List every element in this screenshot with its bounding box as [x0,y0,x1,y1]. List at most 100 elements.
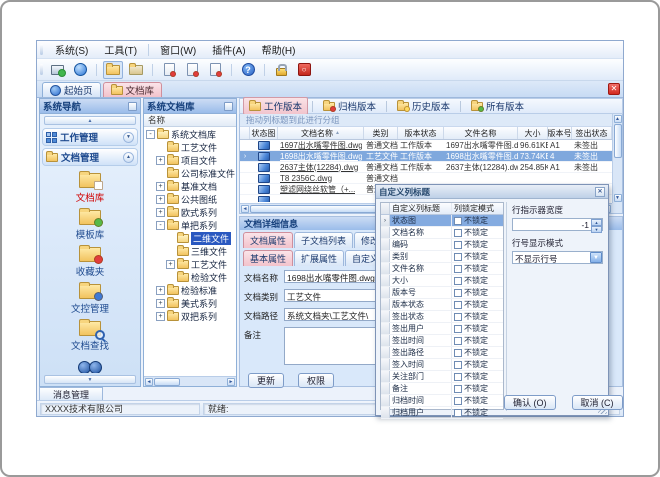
column-header-file-name[interactable]: 文件名称 [444,127,518,139]
column-header-checkout[interactable]: 签出状态 [572,127,612,139]
row-indicator-width-spinner[interactable]: -1 ▲▼ [512,218,603,231]
expand-icon[interactable]: + [156,156,165,165]
sidebar-group-document-management[interactable]: 文档管理 ▲ [43,149,137,165]
tree-node-label[interactable]: 检验标准 [181,284,217,297]
version-tab-归档版本[interactable]: 归档版本 [317,97,382,115]
version-tab-工作版本[interactable]: 工作版本 [243,97,308,115]
tree-node[interactable]: +工艺文件 [144,258,236,271]
tree-node-label[interactable]: 工艺文件 [191,258,227,271]
tree-node-label[interactable]: 基准文档 [181,180,217,193]
lock-checkbox[interactable] [454,265,462,273]
tab-subdocument-list[interactable]: 子文档列表 [294,232,353,248]
lock-checkbox[interactable] [454,397,462,405]
tree-node[interactable]: +欧式系列 [144,206,236,219]
tree-node[interactable]: -单把系列 [144,219,236,232]
lock-checkbox[interactable] [454,229,462,237]
version-tab-历史版本[interactable]: 历史版本 [391,97,456,115]
column-setting-row[interactable]: 签入时间不锁定 [381,359,503,371]
lock-checkbox[interactable] [454,337,462,345]
chevron-down-icon[interactable]: ▼ [590,252,602,263]
table-row[interactable]: T8 2356C.dwg普通文档 [240,173,612,184]
open-folder-button[interactable] [103,61,123,79]
lock-checkbox[interactable] [454,217,462,225]
tree-node-label[interactable]: 美式系列 [181,297,217,310]
column-header-doc-name[interactable]: 文档名称▲ [278,127,364,139]
scroll-down-icon[interactable]: ▼ [614,194,622,202]
column-header-category[interactable]: 类别 [364,127,398,139]
column-header-status[interactable]: 状态图 [250,127,278,139]
tree-node-label[interactable]: 双把系列 [181,310,217,323]
sidebar-item-文件夹查找[interactable]: 文件夹查找 [66,355,114,373]
lock-mode-header[interactable]: 列锁定模式 [452,203,503,214]
dialog-titlebar[interactable]: 自定义列标题 ✕ [376,185,608,199]
lock-checkbox[interactable] [454,289,462,297]
spin-down-icon[interactable]: ▼ [591,226,602,233]
scroll-left-icon[interactable]: ◄ [241,205,249,213]
tree-node[interactable]: 二维文件 [144,232,236,245]
expand-icon[interactable]: + [156,299,165,308]
pin-icon[interactable] [224,102,233,111]
lock-checkbox[interactable] [454,325,462,333]
version-tab-所有版本[interactable]: 所有版本 [465,97,530,115]
message-management-tab[interactable]: 消息管理 [39,387,103,401]
tree-node-label[interactable]: 公司标准文件 [181,167,235,180]
lock-checkbox[interactable] [454,361,462,369]
confirm-button[interactable]: 确认 (O) [504,395,556,410]
update-button[interactable]: 更新 [248,373,284,388]
menu-tools[interactable]: 工具(T) [96,40,145,59]
lock-checkbox[interactable] [454,385,462,393]
help-button[interactable]: ? [238,61,258,79]
tree-horizontal-scrollbar[interactable]: ◄ ► [144,376,236,386]
column-setting-row[interactable]: 签出用户不锁定 [381,323,503,335]
tree-node[interactable]: + 基准文档 [144,180,236,193]
chevron-up-icon[interactable]: ▲ [123,152,134,163]
column-setting-row[interactable]: 签出时间不锁定 [381,335,503,347]
column-setting-row[interactable]: 版本状态不锁定 [381,299,503,311]
column-setting-row[interactable]: 备注不锁定 [381,383,503,395]
tree-node-label[interactable]: 工艺文件 [181,141,217,154]
doc-new-button[interactable] [159,61,179,79]
cancel-button[interactable]: 取消 (C) [572,395,623,410]
tree-node-label[interactable]: 系统文档库 [171,128,216,141]
folder-view-button[interactable] [126,61,146,79]
tree-node[interactable]: 公司标准文件 [144,167,236,180]
tab-extended-properties[interactable]: 扩展属性 [294,250,344,266]
close-icon[interactable]: ✕ [595,187,605,197]
doc-link[interactable]: 塑滤网绕丝软管（+... [280,184,355,194]
exit-button[interactable]: ○ [294,61,314,79]
tree-node[interactable]: +检验标准 [144,284,236,297]
drag-grip[interactable] [40,64,43,75]
menu-plugins[interactable]: 插件(A) [204,40,253,59]
tree-node[interactable]: + 项目文件 [144,154,236,167]
scrollbar-thumb[interactable] [614,124,622,158]
tree-node[interactable]: +双把系列 [144,310,236,323]
lock-checkbox[interactable] [454,241,462,249]
column-setting-row[interactable]: 归档用户不锁定 [381,407,503,419]
row-number-mode-select[interactable]: 不显示行号 ▼ [512,251,603,264]
doc-link[interactable]: 2637主体(12284).dwg [280,162,358,172]
doc-path-field[interactable]: 系统文档夹\工艺文件\ [284,308,382,321]
tree-node-label[interactable]: 欧式系列 [181,206,217,219]
tree-node-label[interactable]: 检验文件 [191,271,227,284]
tab-basic-properties[interactable]: 基本属性 [243,250,293,266]
tree-node[interactable]: - 系统文档库 [144,128,236,141]
sidebar-item-文档查找[interactable]: 文档查找 [71,318,109,355]
scroll-up-icon[interactable]: ▲ [614,115,622,123]
globe-button[interactable] [70,61,90,79]
sidebar-group-work-management[interactable]: 工作管理 ▼ [43,129,137,145]
doc-name-field[interactable]: 1698出水嘴零件图.dwg [284,270,382,283]
column-setting-row[interactable]: 编码不锁定 [381,239,503,251]
column-header-version-state[interactable]: 版本状态 [398,127,444,139]
column-setting-row[interactable]: 版本号不锁定 [381,287,503,299]
tree-node[interactable]: 三维文件 [144,245,236,258]
scrollbar-thumb[interactable] [154,378,180,386]
expand-icon[interactable]: + [156,182,165,191]
sidebar-item-模板库[interactable]: 模板库 [76,207,105,244]
pin-icon[interactable] [128,102,137,111]
menu-window[interactable]: 窗口(W) [152,40,204,59]
tree-node-label[interactable]: 项目文件 [181,154,217,167]
expand-icon[interactable]: + [156,195,165,204]
spin-up-icon[interactable]: ▲ [591,219,602,226]
collapse-icon[interactable]: - [146,130,155,139]
column-header-version-no[interactable]: 版本号 [548,127,572,139]
